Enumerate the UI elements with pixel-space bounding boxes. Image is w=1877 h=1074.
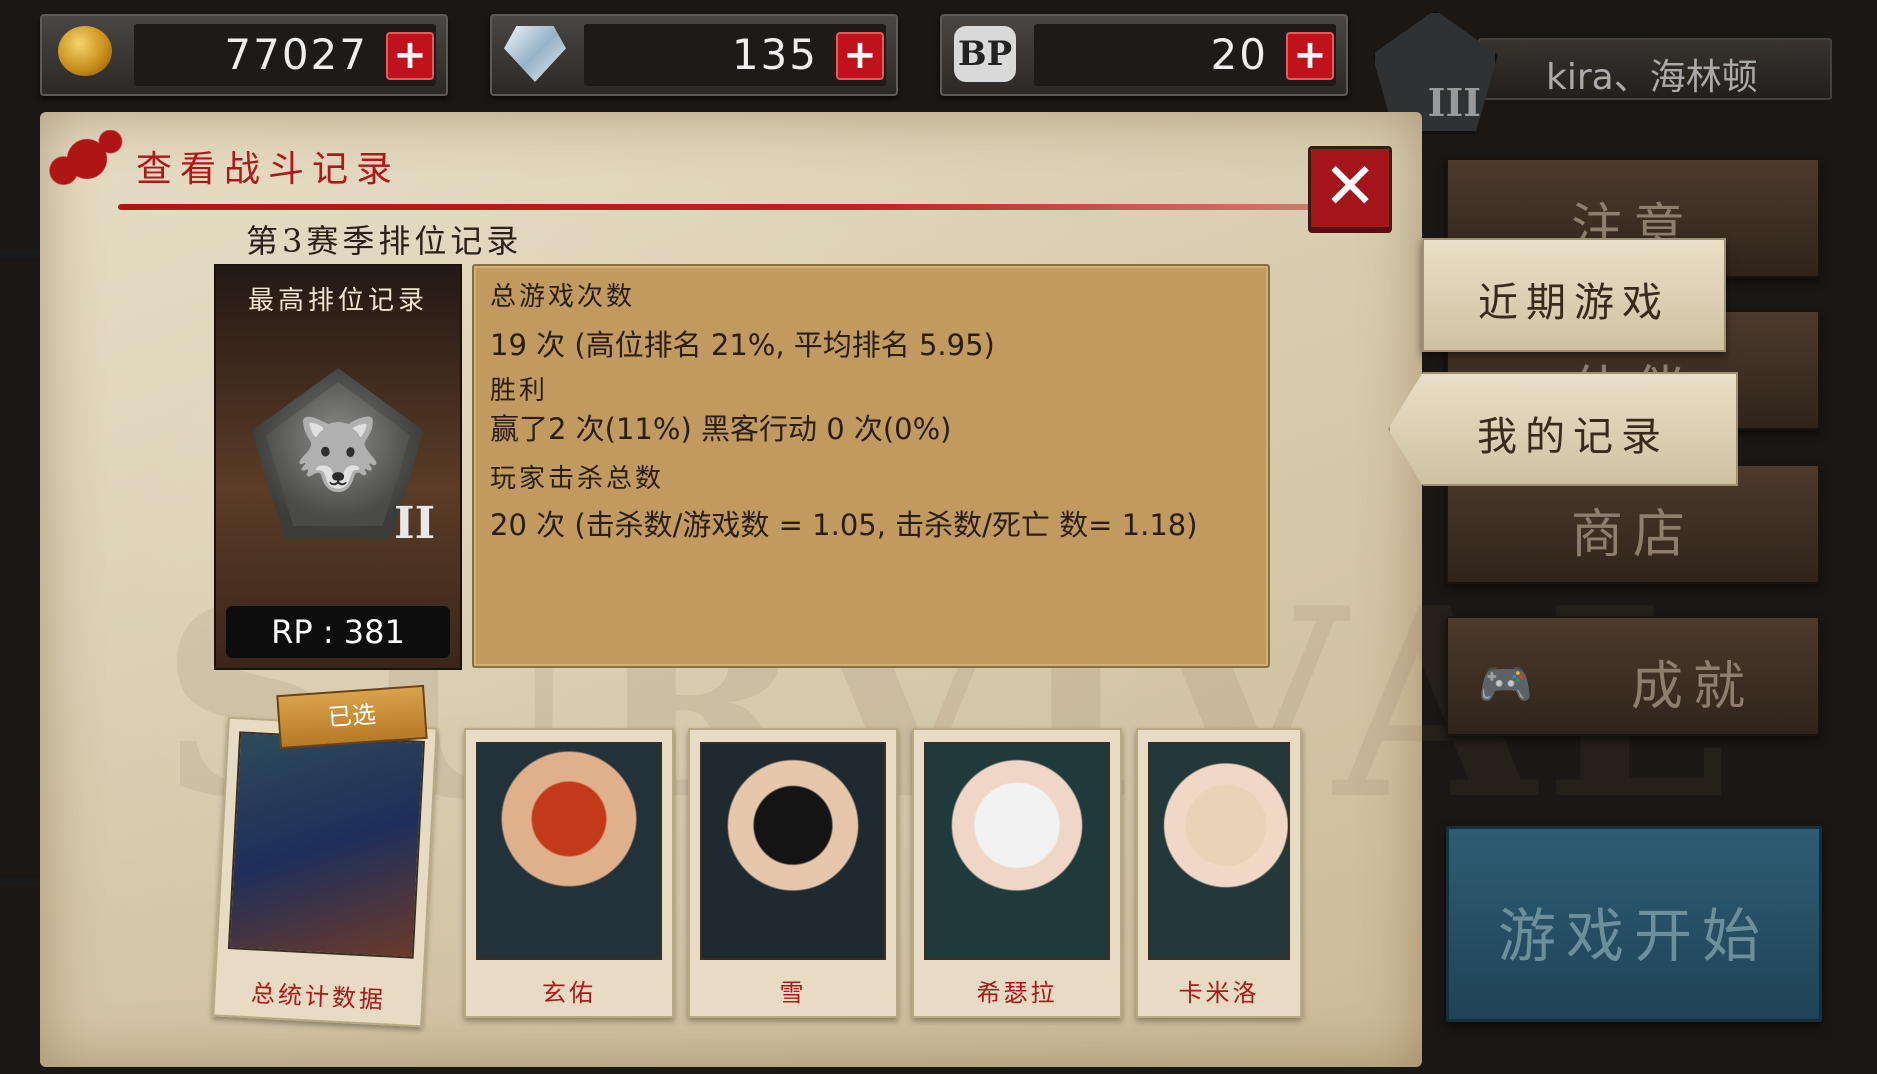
gem-counter: 135 + <box>490 14 898 96</box>
best-rank-header: 最高排位记录 <box>247 286 428 316</box>
close-button[interactable]: ✕ <box>1308 146 1392 230</box>
rank-points: RP : 381 <box>226 606 450 658</box>
best-rank-roman: II <box>394 498 436 549</box>
menu-achievements[interactable]: 成就 🎮 <box>1446 616 1820 736</box>
character-portrait <box>476 742 662 960</box>
add-gold-button[interactable]: + <box>386 32 434 80</box>
bp-counter: BP 20 + <box>940 14 1348 96</box>
gem-value: 135 <box>731 30 818 79</box>
kills-value: 20 次 (击杀数/游戏数 = 1.05, 击杀数/死亡 数= 1.18) <box>490 508 1198 542</box>
character-card[interactable]: 希瑟拉 <box>912 728 1122 1018</box>
add-bp-button[interactable]: + <box>1286 32 1334 80</box>
total-games-label: 总游戏次数 <box>490 282 636 312</box>
gold-coin-icon <box>58 26 112 76</box>
gamepad-icon: 🎮 <box>1478 659 1543 710</box>
tab-recent-games-label: 近期游戏 <box>1478 280 1670 326</box>
season-title: 第3赛季排位记录 <box>246 222 523 260</box>
best-rank-card: 最高排位记录 🐺 II RP : 381 <box>214 264 462 670</box>
selected-tag: 已选 <box>276 684 428 750</box>
character-name: 希瑟拉 <box>976 979 1058 1007</box>
tab-recent-games[interactable]: 近期游戏 <box>1422 238 1726 352</box>
bp-paw-icon: BP <box>954 26 1016 82</box>
blood-splat-icon <box>48 130 126 188</box>
kills-label: 玩家击杀总数 <box>490 464 665 494</box>
character-name: 卡米洛 <box>1178 979 1260 1007</box>
character-portrait <box>1148 742 1290 960</box>
character-portrait <box>227 731 425 959</box>
gem-icon <box>504 26 566 82</box>
start-game-button[interactable]: 游戏开始 <box>1446 826 1822 1022</box>
character-name: 雪 <box>779 979 807 1007</box>
title-divider <box>118 204 1348 210</box>
battle-record-dialog: SURVIVAL 查看战斗记录 ✕ 第3赛季排位记录 最高排位记录 🐺 II R… <box>40 112 1727 1067</box>
character-name: 玄佑 <box>542 979 596 1007</box>
menu-shop-label: 商店 <box>1570 505 1695 565</box>
character-portrait <box>700 742 886 960</box>
character-card-total[interactable]: 总统计数据 <box>212 716 438 1028</box>
stats-box: 总游戏次数 19 次 (高位排名 21%, 平均排名 5.95) 胜利 赢了2 … <box>472 264 1270 668</box>
character-card[interactable]: 卡米洛 <box>1136 728 1302 1018</box>
wins-value: 赢了2 次(11%) 黑客行动 0 次(0%) <box>490 412 952 446</box>
character-card[interactable]: 玄佑 <box>464 728 674 1018</box>
dialog-title: 查看战斗记录 <box>136 149 401 190</box>
player-rank-roman: III <box>1427 80 1481 125</box>
character-portrait <box>924 742 1110 960</box>
player-name: kira、海林顿 <box>1546 57 1758 98</box>
start-game-label: 游戏开始 <box>1497 902 1770 970</box>
total-games-value: 19 次 (高位排名 21%, 平均排名 5.95) <box>490 328 995 362</box>
tab-my-records[interactable]: 我的记录 <box>1388 372 1738 486</box>
menu-achievements-label: 成就 <box>1630 657 1755 717</box>
player-name-box[interactable]: kira、海林顿 <box>1478 38 1832 100</box>
add-gem-button[interactable]: + <box>836 32 884 80</box>
gold-value: 77027 <box>224 30 368 79</box>
wins-label: 胜利 <box>490 376 549 406</box>
character-name: 总统计数据 <box>250 979 387 1015</box>
close-icon: ✕ <box>1323 150 1377 224</box>
character-card[interactable]: 雪 <box>688 728 898 1018</box>
gold-counter: 77027 + <box>40 14 448 96</box>
bp-value: 20 <box>1210 30 1268 79</box>
tab-my-records-label: 我的记录 <box>1477 414 1669 460</box>
